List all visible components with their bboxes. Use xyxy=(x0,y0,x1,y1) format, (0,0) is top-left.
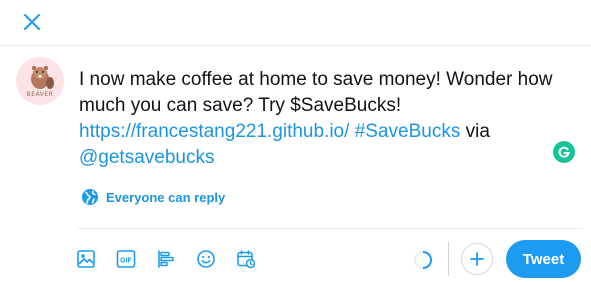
modal-header xyxy=(0,0,591,46)
add-tweet-button[interactable] xyxy=(461,243,493,275)
character-counter xyxy=(413,250,433,270)
emoji-icon xyxy=(197,250,215,268)
toolbar-divider xyxy=(448,242,449,276)
plus-icon xyxy=(470,252,484,266)
compose-link[interactable]: https://francestang221.github.io/ xyxy=(79,121,349,142)
reply-setting-label: Everyone can reply xyxy=(106,189,226,205)
avatar[interactable]: BEAVER xyxy=(16,57,64,105)
compose-via: via xyxy=(465,121,490,142)
globe-icon xyxy=(82,189,98,205)
compose-hashtag[interactable]: #SaveBucks xyxy=(355,121,461,142)
gif-button[interactable]: GIF xyxy=(114,245,138,273)
close-icon xyxy=(24,14,40,30)
character-counter-icon xyxy=(414,251,432,269)
tweet-compose-text[interactable]: I now make coffee at home to save money!… xyxy=(79,67,559,171)
grammarly-icon xyxy=(558,146,570,158)
compose-text: I now make coffee at home to save money!… xyxy=(79,69,553,116)
media-button[interactable] xyxy=(74,245,98,273)
poll-button[interactable] xyxy=(154,245,178,273)
schedule-icon xyxy=(237,250,256,269)
image-icon xyxy=(77,250,95,268)
grammarly-button[interactable] xyxy=(553,141,575,163)
tweet-button[interactable]: Tweet xyxy=(506,240,581,278)
divider xyxy=(78,228,583,229)
close-button[interactable] xyxy=(18,8,46,36)
schedule-button[interactable] xyxy=(234,245,258,273)
gif-label: GIF xyxy=(120,258,132,265)
poll-icon xyxy=(158,250,174,268)
avatar-caption: BEAVER xyxy=(26,91,54,98)
emoji-button[interactable] xyxy=(194,245,218,273)
gif-icon: GIF xyxy=(116,250,136,268)
compose-mention[interactable]: @getsavebucks xyxy=(79,147,214,168)
reply-setting-button[interactable]: Everyone can reply xyxy=(81,188,225,206)
